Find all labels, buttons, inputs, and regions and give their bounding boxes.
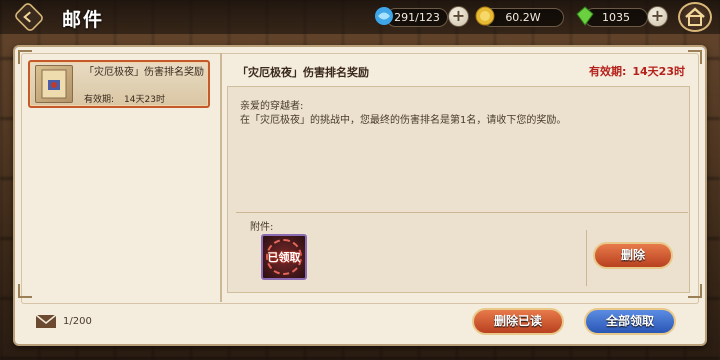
corner-ornament <box>18 284 32 298</box>
list-divider <box>220 53 222 302</box>
crystal-counter: 291/123 <box>386 8 448 27</box>
mail-item-title: 「灾厄极夜」伤害排名奖励 <box>84 67 204 78</box>
attachment-item[interactable]: 已领取 <box>261 234 307 280</box>
button-divider <box>586 230 587 286</box>
home-icon <box>685 7 705 26</box>
mail-detail-expiry: 有效期: 14天23时 <box>588 65 685 78</box>
attachment-divider <box>236 212 688 213</box>
claimed-stamp: 已领取 <box>267 251 301 264</box>
attachment-label: 附件: <box>250 222 274 233</box>
mail-list-item[interactable]: 「灾厄极夜」伤害排名奖励 有效期: 14天23时 <box>28 60 210 108</box>
mail-detail-title: 「灾厄极夜」伤害排名奖励 <box>237 66 369 79</box>
gold-value: 60.2W <box>505 11 541 24</box>
mail-greeting: 亲爱的穿越者: <box>240 101 304 112</box>
page-title: 邮件 <box>62 9 105 31</box>
crystal-value: 291/123 <box>394 11 440 24</box>
gem-value: 1035 <box>602 11 630 24</box>
corner-ornament <box>688 284 702 298</box>
top-bar: 邮件 291/123 + 60.2W 1035 + <box>0 0 720 34</box>
claim-all-button[interactable]: 全部领取 <box>584 308 676 335</box>
back-arrow-icon <box>23 11 31 23</box>
home-button[interactable] <box>678 2 712 32</box>
corner-ornament <box>688 50 702 64</box>
add-gem-button[interactable]: + <box>647 6 668 27</box>
delete-button[interactable]: 删除 <box>593 242 673 269</box>
add-crystal-button[interactable]: + <box>448 6 469 27</box>
mail-body-text: 在「灾厄极夜」的挑战中，您最终的伤害排名是第1名，请收下您的奖励。 <box>240 115 567 126</box>
blue-crystal-icon <box>375 7 393 25</box>
mail-count: 1/200 <box>35 314 92 329</box>
scroll-letter-icon <box>35 65 73 103</box>
mail-count-value: 1/200 <box>63 316 92 327</box>
delete-read-button[interactable]: 删除已读 <box>472 308 564 335</box>
mail-item-expiry: 有效期: 14天23时 <box>84 95 165 105</box>
envelope-icon <box>35 314 57 328</box>
gold-coin-icon <box>475 6 495 26</box>
back-button[interactable] <box>13 1 45 33</box>
green-gem-icon <box>576 6 594 26</box>
